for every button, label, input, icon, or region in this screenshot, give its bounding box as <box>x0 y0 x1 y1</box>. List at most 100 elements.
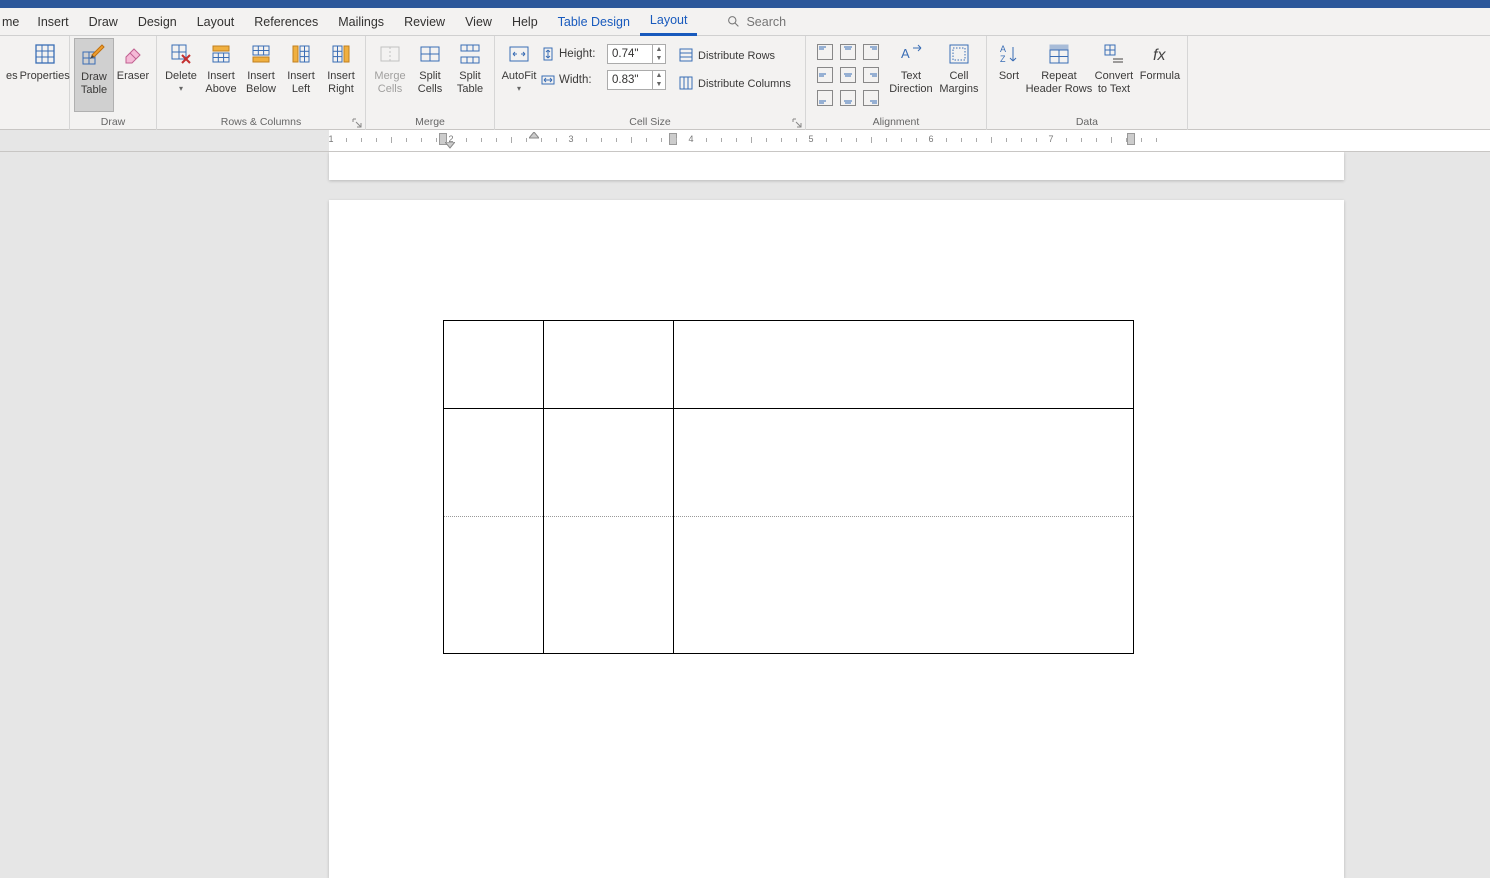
align-bot-left[interactable] <box>814 87 836 109</box>
table-cell[interactable] <box>674 409 1134 517</box>
tab-draw[interactable]: Draw <box>79 8 128 36</box>
ruler-margin-left <box>0 130 329 151</box>
width-row: Width: ▲▼ <box>541 70 666 90</box>
table-row[interactable] <box>444 409 1134 517</box>
align-bot-center[interactable] <box>837 87 859 109</box>
convert-icon <box>1103 40 1125 68</box>
tab-design[interactable]: Design <box>128 8 187 36</box>
rows-cols-launcher[interactable] <box>352 118 362 128</box>
indent-marker-first[interactable] <box>529 132 539 140</box>
table-row[interactable] <box>444 321 1134 409</box>
table-cell[interactable] <box>444 409 544 517</box>
align-mid-left[interactable] <box>814 64 836 86</box>
insert-above-button[interactable]: Insert Above <box>201 38 241 112</box>
table-cell[interactable] <box>444 517 544 654</box>
group-label-data: Data <box>987 114 1187 130</box>
eraser-button[interactable]: Eraser <box>114 38 152 112</box>
group-cell-size: AutoFit ▾ Height: ▲▼ Width: <box>495 36 806 130</box>
table-row[interactable] <box>444 517 1134 654</box>
group-rows-columns: Delete ▾ Insert Above Insert Below Inse <box>157 36 366 130</box>
tab-insert[interactable]: Insert <box>27 8 78 36</box>
group-label-alignment: Alignment <box>806 114 986 130</box>
alignment-grid <box>810 38 886 109</box>
convert-to-text-button[interactable]: Convert to Text <box>1091 38 1137 112</box>
tab-mailings[interactable]: Mailings <box>328 8 394 36</box>
table-cell[interactable] <box>544 409 674 517</box>
document-table[interactable] <box>443 320 1134 654</box>
tab-home-partial[interactable]: me <box>0 8 27 36</box>
insert-right-icon <box>330 40 352 68</box>
distribute-rows-button[interactable]: Distribute Rows <box>674 44 795 66</box>
formula-button[interactable]: fx Formula <box>1137 38 1183 112</box>
split-cells-button[interactable]: Split Cells <box>410 38 450 112</box>
page-previous-bottom <box>329 152 1344 180</box>
table-cell[interactable] <box>544 517 674 654</box>
insert-left-button[interactable]: Insert Left <box>281 38 321 112</box>
insert-below-icon <box>250 40 272 68</box>
autofit-button[interactable]: AutoFit ▾ <box>499 38 539 112</box>
svg-text:fx: fx <box>1153 47 1166 64</box>
properties-button[interactable]: Properties <box>20 38 70 112</box>
height-down[interactable]: ▼ <box>653 54 665 63</box>
height-spinner[interactable]: ▲▼ <box>607 44 666 64</box>
split-table-icon <box>459 40 481 68</box>
column-marker[interactable] <box>1127 133 1135 145</box>
width-up[interactable]: ▲ <box>653 71 665 80</box>
sort-button[interactable]: AZ Sort <box>991 38 1027 112</box>
delete-button[interactable]: Delete ▾ <box>161 38 201 112</box>
search-input[interactable] <box>746 15 866 29</box>
properties-icon <box>34 40 56 68</box>
draw-table-button[interactable]: Draw Table <box>74 38 114 112</box>
horizontal-ruler[interactable]: 1234567 <box>0 130 1490 152</box>
align-top-right[interactable] <box>860 41 882 63</box>
svg-text:Z: Z <box>1000 54 1006 64</box>
view-gridlines-partial[interactable]: es <box>4 38 20 112</box>
svg-text:A: A <box>901 46 910 61</box>
chevron-down-icon: ▾ <box>179 84 183 93</box>
insert-below-button[interactable]: Insert Below <box>241 38 281 112</box>
autofit-icon <box>508 40 530 68</box>
align-mid-right[interactable] <box>860 64 882 86</box>
tab-references[interactable]: References <box>244 8 328 36</box>
distribute-columns-button[interactable]: Distribute Columns <box>674 72 795 94</box>
split-table-button[interactable]: Split Table <box>450 38 490 112</box>
distribute-cols-icon <box>678 75 694 91</box>
tab-review[interactable]: Review <box>394 8 455 36</box>
align-mid-center[interactable] <box>837 64 859 86</box>
cell-margins-button[interactable]: Cell Margins <box>936 38 982 112</box>
group-alignment: A Text Direction Cell Margins Alignment <box>806 36 987 130</box>
width-spinner[interactable]: ▲▼ <box>607 70 666 90</box>
width-down[interactable]: ▼ <box>653 80 665 89</box>
height-row: Height: ▲▼ <box>541 44 666 64</box>
height-icon <box>541 47 555 61</box>
align-top-center[interactable] <box>837 41 859 63</box>
table-cell[interactable] <box>674 321 1134 409</box>
ruler-number: 7 <box>1048 134 1053 144</box>
merge-cells-button[interactable]: Merge Cells <box>370 38 410 112</box>
svg-text:A: A <box>1000 44 1006 54</box>
tab-table-layout[interactable]: Layout <box>640 8 698 36</box>
table-cell[interactable] <box>444 321 544 409</box>
height-up[interactable]: ▲ <box>653 45 665 54</box>
repeat-header-rows-button[interactable]: Repeat Header Rows <box>1027 38 1091 112</box>
text-direction-button[interactable]: A Text Direction <box>886 38 936 112</box>
insert-right-button[interactable]: Insert Right <box>321 38 361 112</box>
chevron-down-icon: ▾ <box>517 84 521 93</box>
search-box[interactable] <box>727 15 866 29</box>
cell-size-launcher[interactable] <box>792 118 802 128</box>
table-cell[interactable] <box>544 321 674 409</box>
insert-above-icon <box>210 40 232 68</box>
tab-layout[interactable]: Layout <box>187 8 245 36</box>
tab-table-design[interactable]: Table Design <box>548 8 640 36</box>
tab-help[interactable]: Help <box>502 8 548 36</box>
table-cell[interactable] <box>674 517 1134 654</box>
align-top-left[interactable] <box>814 41 836 63</box>
group-data: AZ Sort Repeat Header Rows Convert to Te… <box>987 36 1188 130</box>
page-current[interactable] <box>329 200 1344 878</box>
height-input[interactable] <box>608 48 652 60</box>
align-bot-right[interactable] <box>860 87 882 109</box>
tab-view[interactable]: View <box>455 8 502 36</box>
ruler-number: 2 <box>448 134 453 144</box>
width-input[interactable] <box>608 74 652 86</box>
width-label: Width: <box>559 74 603 86</box>
